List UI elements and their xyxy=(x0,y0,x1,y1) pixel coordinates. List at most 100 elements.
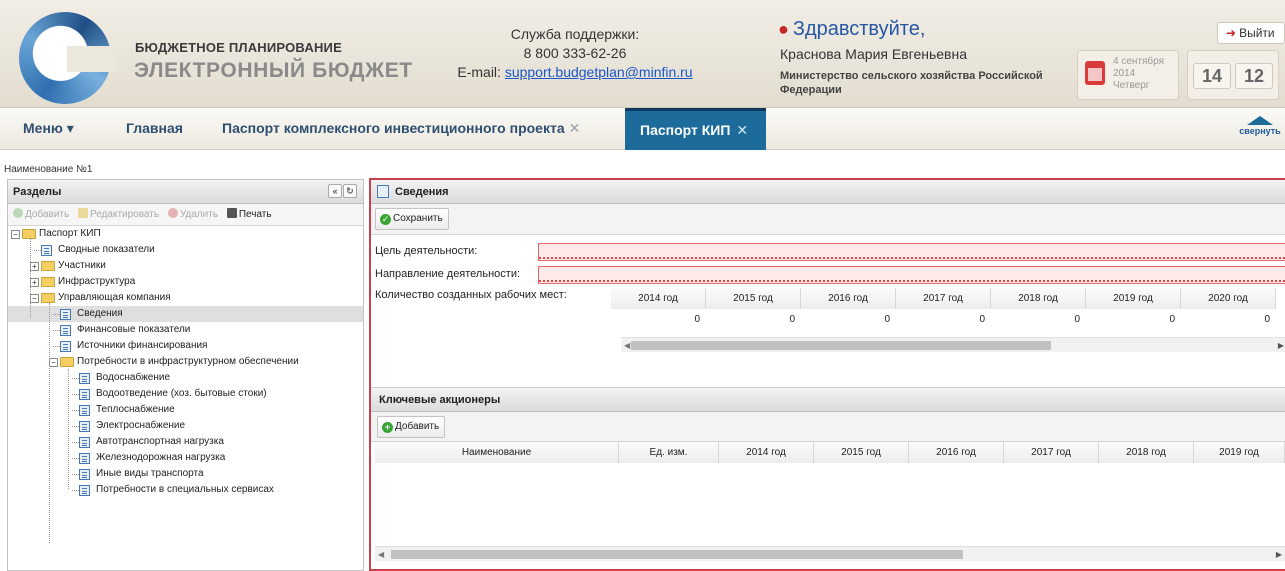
edit-section-button[interactable]: Редактировать xyxy=(77,208,159,220)
delete-icon xyxy=(167,208,178,218)
tree-node[interactable]: + Инфраструктура xyxy=(8,274,363,290)
add-shareholder-button[interactable]: + Добавить xyxy=(377,416,446,438)
tree-connector xyxy=(68,369,69,489)
jobs-label: Количество созданных рабочих мест: xyxy=(375,289,567,301)
tree-node[interactable]: Источники финансирования xyxy=(8,338,363,354)
jobs-value-cell[interactable]: 0 xyxy=(611,314,700,325)
shareholders-column-header[interactable]: 2019 год xyxy=(1194,442,1285,463)
tree-node[interactable]: Потребности в специальных сервисах xyxy=(8,482,363,498)
shareholders-column-header[interactable]: Ед. изм. xyxy=(619,442,719,463)
jobs-value-cell[interactable]: 0 xyxy=(801,314,890,325)
logout-button[interactable]: ➜ Выйти xyxy=(1217,22,1285,44)
shareholders-column-header[interactable]: 2017 год xyxy=(1004,442,1099,463)
collapse-panel-icon[interactable]: « xyxy=(328,184,342,198)
tree-node[interactable]: − Паспорт КИП xyxy=(8,226,363,242)
collapse-node-icon[interactable]: − xyxy=(30,294,39,303)
document-icon xyxy=(79,389,90,400)
tab-kip-project[interactable]: Паспорт комплексного инвестиционного про… xyxy=(222,120,580,137)
shareholders-grid-header: Наименование Ед. изм. 2014 год 2015 год 2016… xyxy=(375,442,1285,463)
jobs-year-header[interactable]: 2017 год xyxy=(896,288,991,309)
jobs-year-header[interactable]: 2015 год xyxy=(706,288,801,309)
tree-node-label: Водоотведение (хоз. бытовые стоки) xyxy=(96,388,267,399)
add-section-button[interactable]: Добавить xyxy=(13,208,69,220)
jobs-value-cell[interactable]: 0 xyxy=(896,314,985,325)
scroll-left-icon[interactable]: ◀ xyxy=(378,550,384,559)
tree-node[interactable]: Электроснабжение xyxy=(8,418,363,434)
form-icon xyxy=(377,185,389,198)
tree-node[interactable]: − Управляющая компания xyxy=(8,290,363,306)
document-icon xyxy=(60,309,71,320)
save-label: Сохранить xyxy=(393,213,443,224)
shareholders-column-header[interactable]: 2018 год xyxy=(1099,442,1194,463)
delete-section-button[interactable]: Удалить xyxy=(167,208,218,220)
jobs-hscrollbar[interactable]: ◀ ▶ xyxy=(621,337,1285,352)
add-icon: + xyxy=(382,422,393,433)
jobs-year-header[interactable]: 2018 год xyxy=(991,288,1086,309)
jobs-scroll-thumb[interactable] xyxy=(631,341,1051,350)
collapse-node-icon[interactable]: − xyxy=(49,358,58,367)
calendar-icon xyxy=(1085,61,1105,85)
scroll-right-icon[interactable]: ▶ xyxy=(1276,550,1282,559)
breadcrumb: Наименование №1 xyxy=(4,164,93,175)
tree-connector xyxy=(30,238,31,318)
tree-node-label: Автотранспортная нагрузка xyxy=(96,436,224,447)
close-icon[interactable]: ✕ xyxy=(569,120,581,136)
shareholders-column-header[interactable]: 2015 год xyxy=(814,442,909,463)
jobs-value-cell[interactable]: 0 xyxy=(1181,314,1270,325)
jobs-year-header[interactable]: 2019 год xyxy=(1086,288,1181,309)
tab-kip-project-label: Паспорт комплексного инвестиционного про… xyxy=(222,120,565,136)
shareholders-column-header[interactable]: 2016 год xyxy=(909,442,1004,463)
tree-node[interactable]: Финансовые показатели xyxy=(8,322,363,338)
expand-node-icon[interactable]: + xyxy=(30,262,39,271)
tree-node[interactable]: Водоотведение (хоз. бытовые стоки) xyxy=(8,386,363,402)
tree-node-label: Инфраструктура xyxy=(58,276,136,287)
logo-title-top: БЮДЖЕТНОЕ ПЛАНИРОВАНИЕ xyxy=(135,40,342,55)
tree-node-label: Источники финансирования xyxy=(77,340,208,351)
tree-node[interactable]: Сводные показатели xyxy=(8,242,363,258)
folder-icon xyxy=(41,261,55,271)
shareholders-column-header[interactable]: Наименование xyxy=(375,442,619,463)
tab-kip-passport-label: Паспорт КИП xyxy=(640,122,731,138)
jobs-value-cell[interactable]: 0 xyxy=(991,314,1080,325)
collapse-node-icon[interactable]: − xyxy=(11,230,20,239)
jobs-value-cell[interactable]: 0 xyxy=(706,314,795,325)
sections-title: Разделы xyxy=(13,186,62,198)
shareholders-scroll-thumb[interactable] xyxy=(391,550,963,559)
tab-kip-passport[interactable]: Паспорт КИП ✕ xyxy=(625,108,766,150)
direction-field[interactable] xyxy=(538,266,1285,284)
shareholders-hscrollbar[interactable]: ◀ ▶ xyxy=(375,546,1285,561)
jobs-value-cell[interactable]: 0 xyxy=(1086,314,1175,325)
user-icon: ● xyxy=(778,19,789,39)
jobs-year-header[interactable]: 2016 год xyxy=(801,288,896,309)
tree-node[interactable]: Водоснабжение xyxy=(8,370,363,386)
tree-node[interactable]: + Участники xyxy=(8,258,363,274)
scroll-right-icon[interactable]: ▶ xyxy=(1278,341,1284,350)
nav-menu[interactable]: Меню ▾ xyxy=(23,120,74,137)
document-icon xyxy=(41,245,52,256)
main-nav: Меню ▾ Главная Паспорт комплексного инве… xyxy=(0,108,1285,150)
collapse-button[interactable]: свернуть xyxy=(1236,116,1284,136)
greeting: ● Здравствуйте, xyxy=(778,18,925,41)
tree-node[interactable]: Иные виды транспорта xyxy=(8,466,363,482)
tree-node-label: Паспорт КИП xyxy=(39,228,101,239)
expand-node-icon[interactable]: + xyxy=(30,278,39,287)
tree-node[interactable]: Железнодорожная нагрузка xyxy=(8,450,363,466)
tree-node[interactable]: − Потребности в инфраструктурном обеспече… xyxy=(8,354,363,370)
goal-field[interactable] xyxy=(538,243,1285,261)
tree-node-label: Управляющая компания xyxy=(58,292,171,303)
scroll-left-icon[interactable]: ◀ xyxy=(624,341,630,350)
tree-node[interactable]: Сведения xyxy=(8,306,363,322)
support-email-link[interactable]: support.budgetplan@minfin.ru xyxy=(505,64,693,80)
greeting-text: Здравствуйте, xyxy=(792,18,926,40)
shareholders-column-header[interactable]: 2014 год xyxy=(719,442,814,463)
save-button[interactable]: ✓ Сохранить xyxy=(375,208,449,230)
refresh-icon[interactable]: ↻ xyxy=(343,184,357,198)
sections-toolbar: Добавить Редактировать Удалить Печать xyxy=(8,204,363,226)
nav-home[interactable]: Главная xyxy=(126,120,183,136)
tree-node[interactable]: Теплоснабжение xyxy=(8,402,363,418)
print-button[interactable]: Печать xyxy=(226,208,272,220)
tree-node[interactable]: Автотранспортная нагрузка xyxy=(8,434,363,450)
close-icon[interactable]: ✕ xyxy=(736,122,748,138)
jobs-year-header[interactable]: 2014 год xyxy=(611,288,706,309)
jobs-year-header[interactable]: 2020 год xyxy=(1181,288,1276,309)
